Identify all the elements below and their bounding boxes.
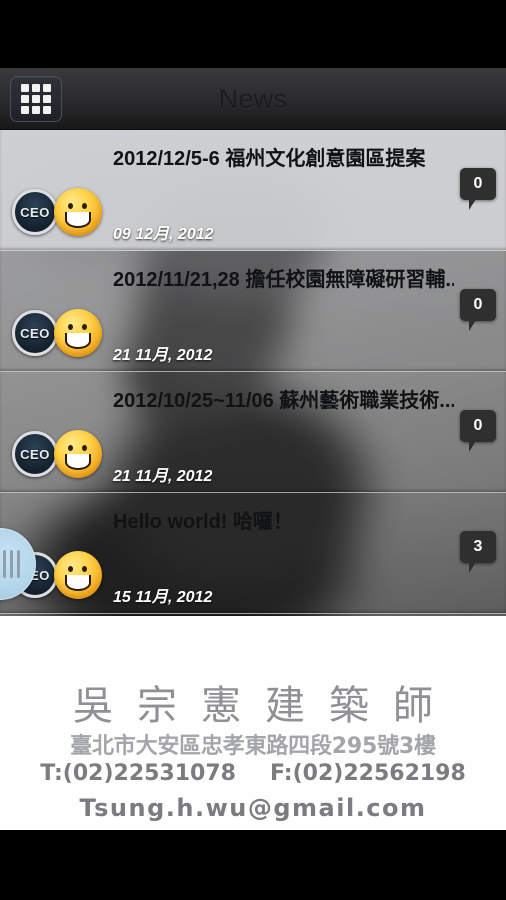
list-item[interactable]: 2012/11/21,28 擔任校園無障礙研習輔... CEO 21 11月, … <box>0 251 506 372</box>
architect-contact: T:(02)22531078 F:(02)22562198 <box>0 761 506 786</box>
avatar-label: CEO <box>20 325 50 341</box>
avatar-group: CEO <box>12 430 102 478</box>
smiley-face-icon <box>54 430 102 478</box>
news-date: 09 12月, 2012 <box>113 226 214 243</box>
smiley-face-icon <box>54 309 102 357</box>
news-date: 15 11月, 2012 <box>113 589 213 606</box>
status-bar <box>0 0 506 68</box>
avatar-group: CEO <box>12 309 102 357</box>
grip-bars <box>2 550 20 578</box>
list-item[interactable]: 2012/10/25~11/06 蘇州藝術職業技術... CEO 21 11月,… <box>0 372 506 493</box>
avatar-ceo-icon: CEO <box>12 431 58 477</box>
comment-count-badge[interactable]: 0 <box>460 168 496 210</box>
page-title: News <box>218 84 288 114</box>
news-list: 2012/12/5-6 福州文化創意園區提案 CEO 09 12月, 2012 … <box>0 130 506 616</box>
news-title: 2012/10/25~11/06 蘇州藝術職業技術... <box>113 390 454 412</box>
architect-name: 吳宗憲建築師 <box>73 683 457 729</box>
bottom-navigation-bar <box>0 830 506 900</box>
comment-count: 0 <box>473 417 483 434</box>
comment-count: 0 <box>473 296 483 313</box>
phone-screen: News 2012/12/5-6 福州文化創意園區提案 CEO 09 12月, … <box>0 0 506 900</box>
news-title: Hello world! 哈囉！ <box>113 511 293 533</box>
comment-count-badge[interactable]: 0 <box>460 289 496 331</box>
architect-email: Tsung.h.wu@gmail.com <box>79 794 427 822</box>
avatar-group: CEO <box>12 188 102 236</box>
grid-apps-icon[interactable] <box>10 75 62 122</box>
news-date: 21 11月, 2012 <box>113 468 213 485</box>
smiley-face-icon <box>54 188 102 236</box>
action-bar: News <box>0 68 506 130</box>
avatar-label: CEO <box>20 446 50 462</box>
avatar-ceo-icon: CEO <box>12 189 58 235</box>
news-date: 21 11月, 2012 <box>113 347 213 364</box>
comment-count-badge[interactable]: 0 <box>460 410 496 452</box>
footer-business-card: 吳宗憲建築師 臺北市大安區忠孝東路四段295號3樓 T:(02)22531078… <box>0 616 506 830</box>
grid-glyph <box>21 83 51 114</box>
list-item[interactable]: Hello world! 哈囉！ CEO 15 11月, 2012 3 <box>0 493 506 614</box>
comment-count: 3 <box>473 538 483 555</box>
telephone: T:(02)22531078 <box>40 761 236 786</box>
fax: F:(02)22562198 <box>269 761 466 786</box>
news-title: 2012/11/21,28 擔任校園無障礙研習輔... <box>113 269 454 291</box>
avatar-label: CEO <box>20 204 50 220</box>
architect-address: 臺北市大安區忠孝東路四段295號3樓 <box>70 734 436 759</box>
comment-count: 0 <box>473 175 483 192</box>
avatar-ceo-icon: CEO <box>12 310 58 356</box>
comment-count-badge[interactable]: 3 <box>460 531 496 573</box>
smiley-face-icon <box>54 551 102 599</box>
news-rows: 2012/12/5-6 福州文化創意園區提案 CEO 09 12月, 2012 … <box>0 130 506 616</box>
news-title: 2012/12/5-6 福州文化創意園區提案 <box>113 148 426 170</box>
list-item[interactable]: 2012/12/5-6 福州文化創意園區提案 CEO 09 12月, 2012 … <box>0 130 506 251</box>
